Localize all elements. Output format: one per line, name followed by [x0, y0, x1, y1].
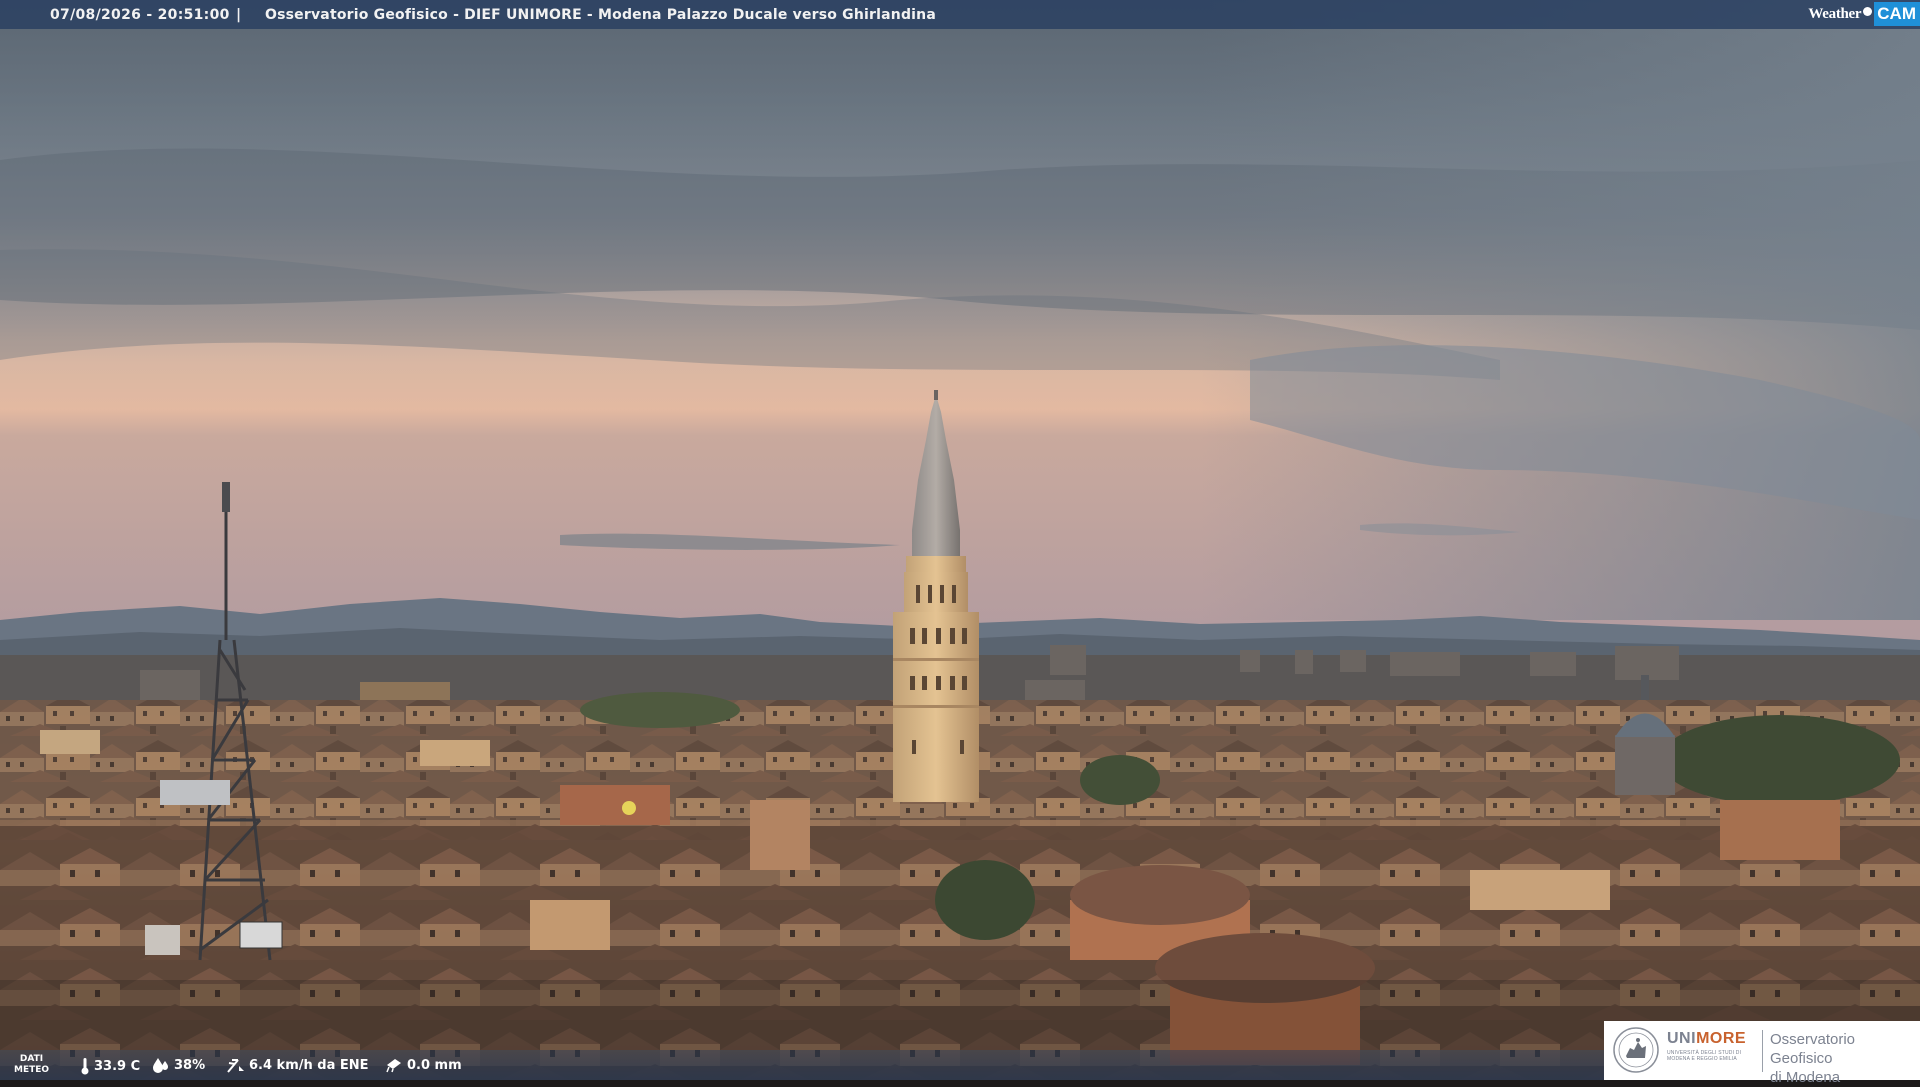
weather-data-bar: DATI METEO 33.9 C 38% 6.4 km/h da ENE 0.…	[0, 1050, 1604, 1080]
wind-icon	[225, 1057, 245, 1073]
webcam-city-view	[0, 0, 1920, 1080]
rain-readout: 0.0 mm	[385, 1057, 462, 1073]
observatory-name: Osservatorio Geofisico di Modena	[1770, 1031, 1856, 1086]
title-bar: 07/08/2026 - 20:51:00 | Osservatorio Geo…	[0, 0, 1920, 29]
rain-value: 0.0 mm	[407, 1057, 462, 1073]
wind-readout: 6.4 km/h da ENE	[225, 1057, 369, 1073]
weathercam-logo: Weather CAM	[1808, 2, 1920, 26]
unimore-brand: UNIMORE	[1667, 1030, 1747, 1047]
camera-title: Osservatorio Geofisico - DIEF UNIMORE - …	[265, 7, 936, 23]
wind-value: 6.4 km/h da ENE	[249, 1057, 369, 1073]
dati-meteo-label: DATI METEO	[14, 1054, 50, 1075]
university-seal-icon	[1613, 1027, 1659, 1073]
humidity-drop-icon	[152, 1057, 170, 1073]
unimore-subtitle: UNIVERSITÀ DEGLI STUDI DI MODENA E REGGI…	[1667, 1050, 1742, 1062]
thermometer-icon	[80, 1057, 90, 1075]
rain-gauge-icon	[385, 1057, 403, 1073]
logo-divider	[1762, 1030, 1763, 1072]
logo-cam-text: CAM	[1874, 2, 1920, 26]
unimore-logo: UNIMORE UNIVERSITÀ DEGLI STUDI DI MODENA…	[1604, 1021, 1920, 1086]
title-separator: |	[236, 7, 242, 23]
humidity-readout: 38%	[152, 1057, 205, 1073]
temperature-readout: 33.9 C	[80, 1057, 140, 1075]
logo-dot-icon	[1863, 6, 1873, 16]
humidity-value: 38%	[174, 1057, 206, 1073]
temperature-value: 33.9 C	[94, 1058, 141, 1074]
timestamp: 07/08/2026 - 20:51:00	[50, 7, 230, 23]
logo-weather-text: Weather	[1808, 5, 1862, 22]
